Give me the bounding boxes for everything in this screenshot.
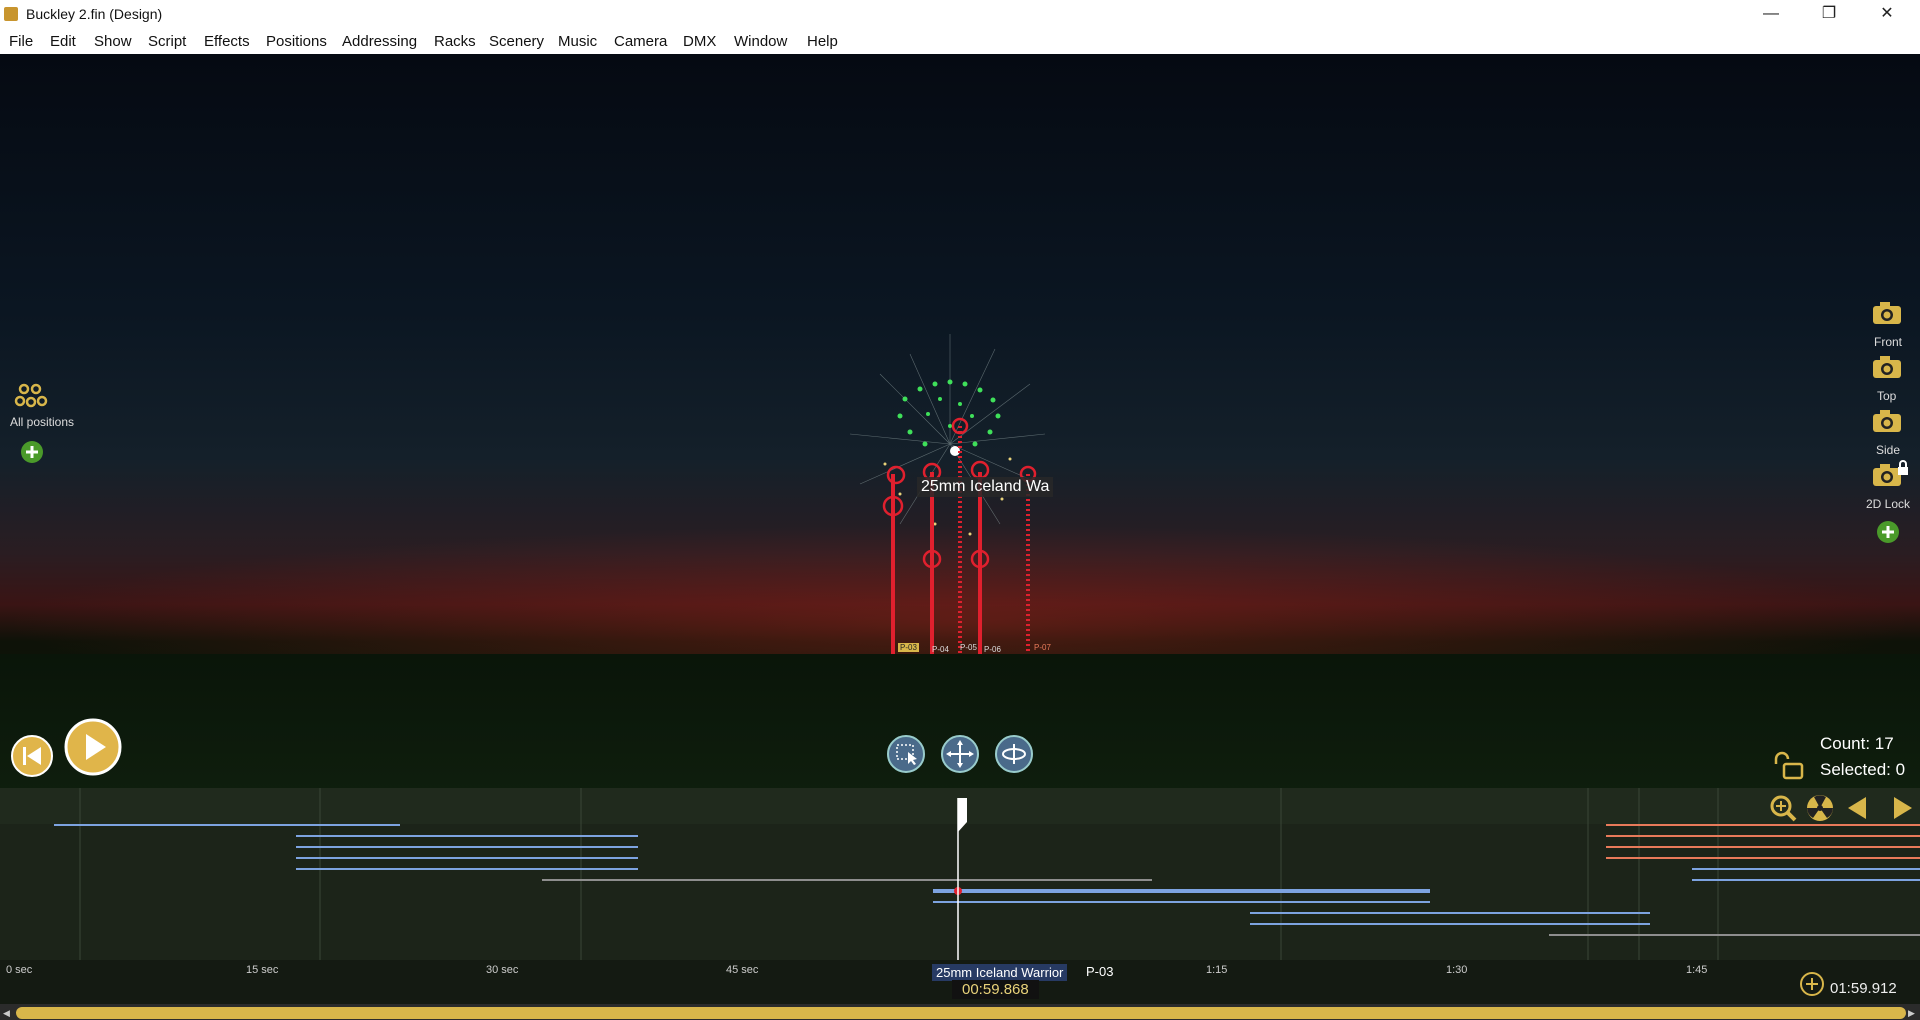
close-button[interactable]: ✕ (1858, 0, 1916, 28)
all-positions-label: All positions (10, 415, 75, 429)
scroll-left-icon[interactable]: ◀ (3, 1008, 10, 1019)
position-tag-p05[interactable]: P-05 (960, 643, 977, 652)
end-time: 01:59.912 (1830, 980, 1897, 997)
menu-effects[interactable]: Effects (204, 33, 250, 50)
current-time: 00:59.868 (952, 980, 1039, 999)
radiation-icon[interactable] (1807, 795, 1833, 821)
tick-label: 15 sec (246, 964, 279, 976)
3d-viewport[interactable]: P-03 P-04 P-05 P-06 P-07 25mm Iceland Wa… (0, 54, 1920, 842)
camera-top-icon[interactable] (1871, 354, 1903, 380)
fireworks-scene (849, 334, 1046, 654)
menu-script[interactable]: Script (148, 33, 186, 50)
menu-dmx[interactable]: DMX (683, 33, 716, 50)
playhead-flag[interactable] (958, 798, 967, 832)
tick-label: 1:30 (1446, 964, 1468, 976)
position-tag-p06[interactable]: P-06 (984, 645, 1001, 654)
minimize-button[interactable]: — (1742, 0, 1800, 28)
add-position-icon[interactable] (20, 440, 44, 464)
unlock-icon[interactable] (1770, 750, 1810, 782)
effect-tooltip: 25mm Iceland Wa (917, 477, 1054, 497)
selected-label: Selected: 0 (1820, 760, 1906, 779)
green-burst (897, 379, 1001, 447)
add-marker-icon[interactable] (1799, 971, 1825, 997)
select-tool-button[interactable] (886, 734, 926, 774)
menu-scenery[interactable]: Scenery (489, 33, 544, 50)
menu-help[interactable]: Help (807, 33, 838, 50)
menu-show[interactable]: Show (94, 33, 132, 50)
scroll-right-icon[interactable]: ▶ (1908, 1008, 1915, 1019)
all-positions-icon[interactable] (14, 381, 48, 411)
menu-addressing[interactable]: Addressing (342, 33, 417, 50)
menu-window[interactable]: Window (734, 33, 787, 50)
timeline-cues[interactable] (0, 788, 1920, 960)
menu-file[interactable]: File (9, 33, 33, 50)
tick-label: 1:15 (1206, 964, 1228, 976)
rotate-tool-button[interactable] (994, 734, 1034, 774)
camera-front-icon[interactable] (1871, 300, 1903, 326)
tick-label: 1:45 (1686, 964, 1708, 976)
current-cue-position: P-03 (1086, 964, 1114, 979)
restore-button[interactable]: ❐ (1800, 0, 1858, 28)
camera-top-label: Top (1877, 389, 1897, 403)
scrollbar-thumb[interactable] (16, 1007, 1906, 1019)
previous-arrow-icon[interactable] (1848, 797, 1866, 819)
app-icon (4, 7, 18, 21)
rewind-button[interactable] (10, 734, 54, 778)
move-tool-button[interactable] (940, 734, 980, 774)
menu-music[interactable]: Music (558, 33, 597, 50)
menu-racks[interactable]: Racks (434, 33, 476, 50)
camera-side-label: Side (1876, 443, 1901, 457)
menu-positions[interactable]: Positions (266, 33, 327, 50)
camera-side-icon[interactable] (1871, 408, 1903, 434)
position-tag-p04[interactable]: P-04 (932, 645, 949, 654)
menu-bar: File Edit Show Script Effects Positions … (0, 28, 1920, 55)
tick-label: 45 sec (726, 964, 759, 976)
tick-label: 30 sec (486, 964, 519, 976)
lock-icon (1898, 460, 1908, 475)
camera-front-label: Front (1874, 335, 1903, 349)
zoom-in-icon[interactable] (1770, 795, 1797, 822)
position-tag-p03[interactable]: P-03 (898, 643, 919, 652)
count-label: Count: 17 (1820, 734, 1894, 753)
position-tag-p07[interactable]: P-07 (1034, 643, 1051, 652)
camera-2d-lock-label: 2D Lock (1866, 497, 1911, 511)
timeline-scrollbar[interactable]: ◀ ▶ (0, 1004, 1920, 1020)
current-cue-name: 25mm Iceland Warrior (932, 964, 1068, 981)
timeline-panel[interactable]: 0 sec 15 sec 30 sec 45 sec 1:15 1:30 1:4… (0, 788, 1920, 1020)
play-button[interactable] (64, 718, 122, 776)
title-bar: Buckley 2.fin (Design) — ❐ ✕ (0, 0, 1920, 28)
add-camera-icon[interactable] (1876, 520, 1900, 544)
window-title: Buckley 2.fin (Design) (26, 6, 163, 22)
menu-camera[interactable]: Camera (614, 33, 667, 50)
tick-label: 0 sec (6, 964, 33, 976)
menu-edit[interactable]: Edit (50, 33, 76, 50)
next-arrow-icon[interactable] (1894, 797, 1912, 819)
timeline-gridlines (79, 788, 1719, 960)
